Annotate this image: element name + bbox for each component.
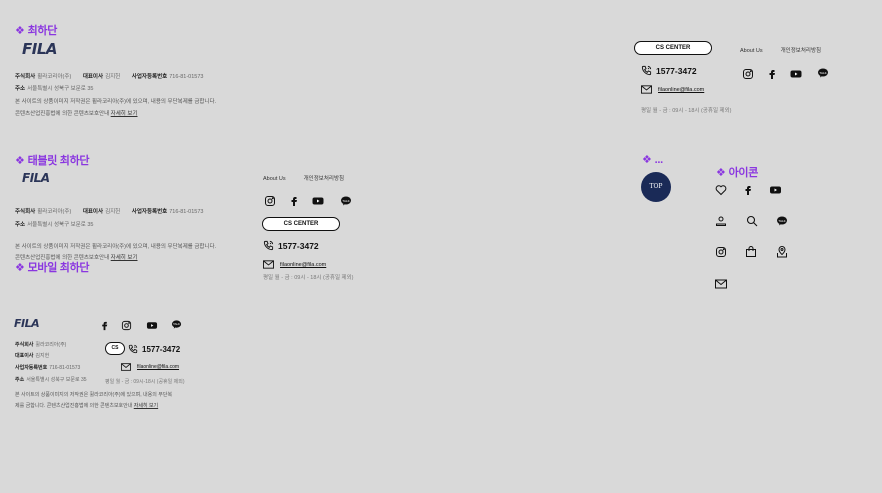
- heart-icon[interactable]: [715, 184, 727, 196]
- mail-icon: [641, 85, 652, 94]
- content-law-link[interactable]: 자세히 보기: [111, 111, 138, 117]
- phone-icon: [128, 344, 138, 354]
- section-title-desktop: ❖ 최하단: [15, 25, 58, 37]
- ceo-line: 대표이사 김지헌: [15, 353, 50, 359]
- fila-logo[interactable]: FILA: [14, 317, 40, 330]
- search-icon[interactable]: [746, 215, 758, 227]
- kakaotalk-icon[interactable]: TALK: [340, 195, 352, 207]
- cs-hours: 평일 월 - 금 : 09시 - 18시 (공휴일 제외): [263, 275, 354, 281]
- content-law-link[interactable]: 자세히 보기: [111, 255, 138, 261]
- copyright-text-1: 본 사이트의 상품이미지의 저작권은 휠라코리아(주)에 있으며, 내용의 무단…: [15, 392, 173, 398]
- address-line: 주소 서울특별시 성북구 보문로 35: [15, 86, 94, 92]
- content-law-line: 콘텐츠산업진흥법에 의한 콘텐츠보호안내 자세히 보기: [15, 111, 138, 117]
- footer-links: About Us 개인정보처리방침: [740, 46, 839, 54]
- fila-logo[interactable]: FILA: [22, 40, 58, 58]
- phone-icon: [263, 240, 274, 251]
- shopping-bag-icon[interactable]: [745, 246, 757, 258]
- cs-email[interactable]: filaonline@fila.com: [641, 85, 704, 94]
- section-title-tablet: ❖ 태블릿 최하단: [15, 155, 90, 167]
- instagram-icon[interactable]: [715, 246, 727, 258]
- cs-phone[interactable]: 1577-3472: [263, 240, 319, 251]
- user-icon[interactable]: [715, 215, 727, 227]
- address-line: 주소 서울특별시 성북구 보문로 35: [15, 222, 94, 228]
- svg-text:TALK: TALK: [341, 199, 350, 203]
- copyright-text-2: 제를 금합니다. 콘텐츠산업진흥법에 의한 콘텐츠보호안내 자세히 보기: [15, 403, 159, 409]
- cs-phone[interactable]: 1577-3472: [641, 65, 697, 76]
- mail-icon: [121, 363, 131, 371]
- company-info-line: 주식회사 휠라코리아(주) 대표이사 김지헌 사업자등록번호 716-81-01573: [15, 74, 204, 80]
- youtube-icon[interactable]: [769, 184, 782, 196]
- about-us-link[interactable]: About Us: [740, 48, 763, 54]
- privacy-link[interactable]: 개인정보처리방침: [304, 176, 344, 182]
- instagram-icon[interactable]: [742, 68, 754, 80]
- bizno-line: 사업자등록번호 716-81-01573: [15, 365, 81, 371]
- svg-text:TALK: TALK: [777, 219, 786, 223]
- address-line: 주소 서울특별시 성북구 보문로 35: [15, 377, 87, 383]
- section-title-icons: ❖ 아이콘: [716, 167, 759, 179]
- section-title-misc: ❖...: [642, 154, 663, 166]
- instagram-icon[interactable]: [121, 320, 132, 331]
- facebook-icon[interactable]: [742, 184, 754, 196]
- svg-text:TALK: TALK: [818, 71, 827, 75]
- cs-center-button[interactable]: CS CENTER: [262, 217, 340, 231]
- copyright-text: 본 사이트의 상품이미지 저작권은 휠라코리아(주)에 있으며, 내용의 무단복…: [15, 99, 217, 105]
- facebook-icon[interactable]: [288, 195, 300, 207]
- kakaotalk-icon[interactable]: TALK: [171, 319, 182, 330]
- kakaotalk-icon[interactable]: TALK: [817, 67, 829, 79]
- content-law-link[interactable]: 자세히 보기: [134, 403, 158, 409]
- cs-phone[interactable]: 1577-3472: [128, 344, 180, 354]
- phone-icon: [641, 65, 652, 76]
- youtube-icon[interactable]: [312, 195, 324, 207]
- cs-email[interactable]: filaonline@fila.com: [121, 363, 179, 371]
- youtube-icon[interactable]: [146, 320, 158, 331]
- copyright-text: 본 사이트의 상품이미지 저작권은 휠라코리아(주)에 있으며, 내용의 무단복…: [15, 244, 217, 250]
- company-line: 주식회사 휠라코리아(주): [15, 342, 67, 348]
- section-title-mobile: ❖ 모바일 최하단: [15, 262, 90, 274]
- top-button[interactable]: TOP: [641, 172, 671, 202]
- cs-hours: 평일 월 - 금 : 09시-18시 (공휴일 제외): [105, 379, 185, 385]
- footer-links: About Us 개인정보처리방침: [263, 174, 362, 182]
- mail-icon[interactable]: [715, 278, 727, 290]
- fila-logo[interactable]: FILA: [22, 171, 50, 185]
- cs-hours: 평일 월 - 금 : 09시 - 18시 (공휴일 제외): [641, 108, 732, 114]
- about-us-link[interactable]: About Us: [263, 176, 286, 182]
- mail-icon: [263, 260, 274, 269]
- privacy-link[interactable]: 개인정보처리방침: [781, 48, 821, 54]
- kakaotalk-icon[interactable]: TALK: [776, 215, 788, 227]
- facebook-icon[interactable]: [99, 320, 110, 331]
- cs-button[interactable]: CS: [105, 342, 125, 355]
- cs-center-button[interactable]: CS CENTER: [634, 41, 712, 55]
- company-info-line: 주식회사 휠라코리아(주) 대표이사 김지헌 사업자등록번호 716-81-01573: [15, 209, 204, 215]
- store-location-icon[interactable]: [776, 246, 788, 258]
- facebook-icon[interactable]: [766, 68, 778, 80]
- cs-email[interactable]: filaonline@fila.com: [263, 260, 326, 269]
- instagram-icon[interactable]: [264, 195, 276, 207]
- youtube-icon[interactable]: [790, 68, 802, 80]
- svg-text:TALK: TALK: [172, 322, 180, 326]
